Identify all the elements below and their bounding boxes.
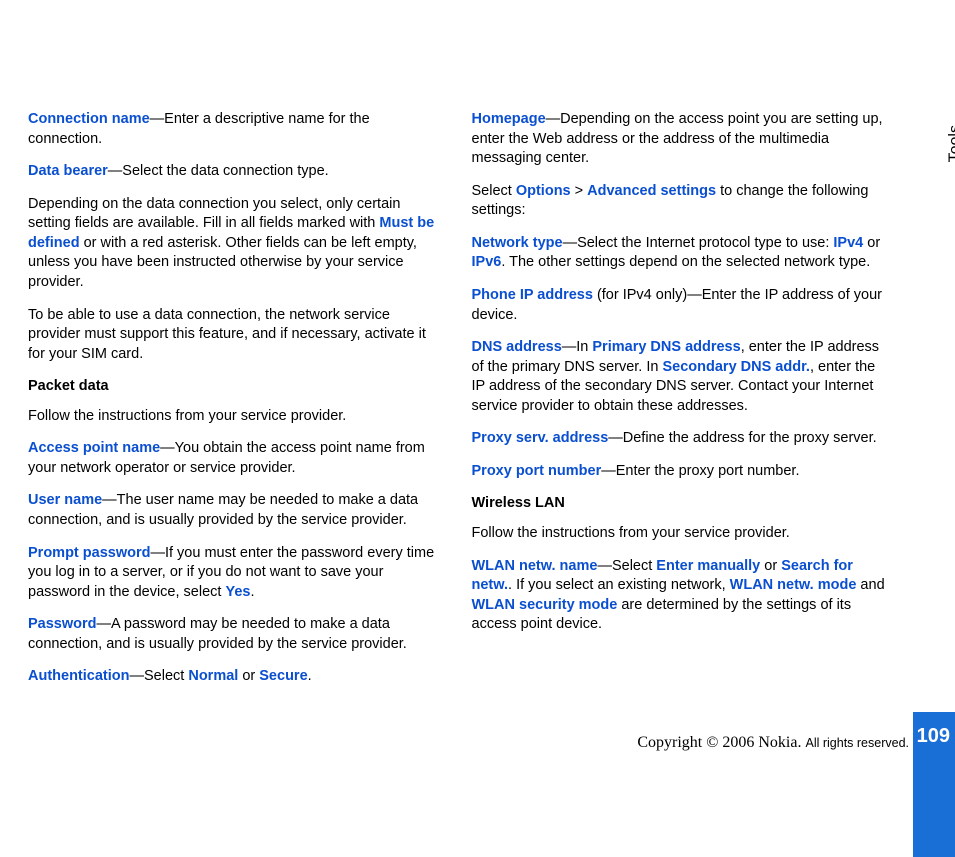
para-dns-address: DNS address—In Primary DNS address, ente… — [472, 338, 886, 416]
term-wlan-security: WLAN security mode — [472, 597, 618, 613]
text: . If you select an existing network, — [508, 577, 730, 593]
text: —Select — [597, 558, 656, 574]
term-ipv6: IPv6 — [472, 254, 502, 270]
page-number-block: 109 — [913, 712, 955, 857]
term-enter-manually: Enter manually — [656, 558, 760, 574]
text: —In — [562, 339, 593, 355]
term-proxy-port: Proxy port number — [472, 463, 602, 479]
term-normal: Normal — [188, 668, 238, 684]
term-secondary-dns: Secondary DNS addr. — [662, 359, 809, 375]
para-data-bearer: Data bearer—Select the data connection t… — [28, 162, 442, 182]
term-options: Options — [516, 183, 571, 199]
text: Depending on the data connection you sel… — [28, 196, 400, 232]
para-network-type: Network type—Select the Internet protoco… — [472, 234, 886, 273]
para-data-connection-note: To be able to use a data connection, the… — [28, 306, 442, 365]
copyright-text: Copyright © 2006 Nokia. — [637, 734, 805, 751]
para-homepage: Homepage—Depending on the access point y… — [472, 110, 886, 169]
text: or — [863, 235, 880, 251]
text: Select — [472, 183, 516, 199]
para-user-name: User name—The user name may be needed to… — [28, 491, 442, 530]
text: or with a red asterisk. Other fields can… — [28, 235, 417, 290]
term-access-point-name: Access point name — [28, 440, 160, 456]
term-yes: Yes — [225, 584, 250, 600]
text: > — [571, 183, 588, 199]
para-proxy-port: Proxy port number—Enter the proxy port n… — [472, 462, 886, 482]
right-column: Homepage—Depending on the access point y… — [472, 110, 886, 700]
para-prompt-password: Prompt password—If you must enter the pa… — [28, 544, 442, 603]
text: —Select the data connection type. — [108, 163, 329, 179]
term-connection-name: Connection name — [28, 111, 150, 127]
page-content: Connection name—Enter a descriptive name… — [0, 0, 955, 700]
text: . The other settings depend on the selec… — [501, 254, 870, 270]
para-wlan-name: WLAN netw. name—Select Enter manually or… — [472, 557, 886, 635]
term-advanced-settings: Advanced settings — [587, 183, 716, 199]
text: —Define the address for the proxy server… — [608, 430, 876, 446]
heading-wireless-lan: Wireless LAN — [472, 494, 886, 514]
para-follow-instructions-wlan: Follow the instructions from your servic… — [472, 524, 886, 544]
para-authentication: Authentication—Select Normal or Secure. — [28, 667, 442, 687]
para-must-be-defined: Depending on the data connection you sel… — [28, 195, 442, 293]
para-connection-name: Connection name—Enter a descriptive name… — [28, 110, 442, 149]
section-label: Tools — [944, 125, 955, 162]
para-password: Password—A password may be needed to mak… — [28, 615, 442, 654]
term-proxy-serv: Proxy serv. address — [472, 430, 609, 446]
text: . — [250, 584, 254, 600]
text: —Select the Internet protocol type to us… — [563, 235, 834, 251]
side-margin: Tools 109 — [913, 0, 955, 857]
footer-copyright: Copyright © 2006 Nokia. All rights reser… — [637, 732, 909, 754]
page-number: 109 — [917, 723, 950, 750]
term-dns-address: DNS address — [472, 339, 562, 355]
term-data-bearer: Data bearer — [28, 163, 108, 179]
term-ipv4: IPv4 — [833, 235, 863, 251]
term-secure: Secure — [259, 668, 307, 684]
term-wlan-mode: WLAN netw. mode — [730, 577, 857, 593]
para-proxy-serv: Proxy serv. address—Define the address f… — [472, 429, 886, 449]
text: or — [238, 668, 259, 684]
left-column: Connection name—Enter a descriptive name… — [28, 110, 442, 700]
text: or — [760, 558, 781, 574]
term-network-type: Network type — [472, 235, 563, 251]
term-prompt-password: Prompt password — [28, 545, 150, 561]
para-access-point-name: Access point name—You obtain the access … — [28, 439, 442, 478]
text: and — [856, 577, 884, 593]
term-wlan-name: WLAN netw. name — [472, 558, 598, 574]
term-authentication: Authentication — [28, 668, 130, 684]
text: —Select — [130, 668, 189, 684]
text: —Enter the proxy port number. — [601, 463, 799, 479]
term-homepage: Homepage — [472, 111, 546, 127]
heading-packet-data: Packet data — [28, 377, 442, 397]
text: . — [308, 668, 312, 684]
rights-text: All rights reserved. — [805, 736, 909, 750]
term-phone-ip: Phone IP address — [472, 287, 593, 303]
para-phone-ip: Phone IP address (for IPv4 only)—Enter t… — [472, 286, 886, 325]
para-follow-instructions: Follow the instructions from your servic… — [28, 407, 442, 427]
term-user-name: User name — [28, 492, 102, 508]
term-password: Password — [28, 616, 97, 632]
term-primary-dns: Primary DNS address — [592, 339, 740, 355]
para-select-options: Select Options > Advanced settings to ch… — [472, 182, 886, 221]
